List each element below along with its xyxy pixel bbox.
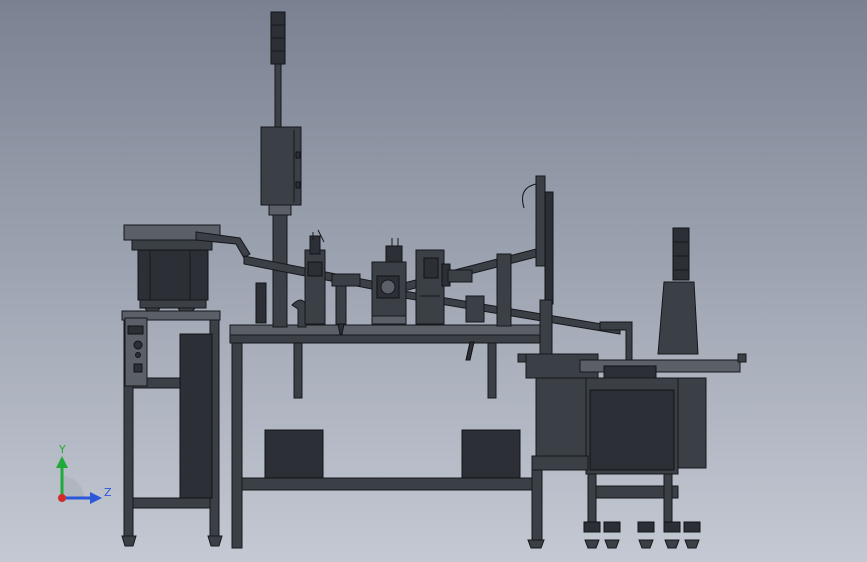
z-axis-arrowhead	[90, 492, 102, 504]
z-axis-label: Z	[104, 486, 112, 499]
y-axis-label: Y	[58, 443, 66, 456]
y-axis-arrowhead	[56, 456, 68, 468]
coordinate-triad: Y Z	[56, 443, 112, 504]
cad-viewport[interactable]: .m { fill: #3b3f46; stroke: #16181c; str…	[0, 0, 867, 562]
triad-origin	[58, 494, 66, 502]
triad-rotation-arc	[62, 476, 84, 498]
